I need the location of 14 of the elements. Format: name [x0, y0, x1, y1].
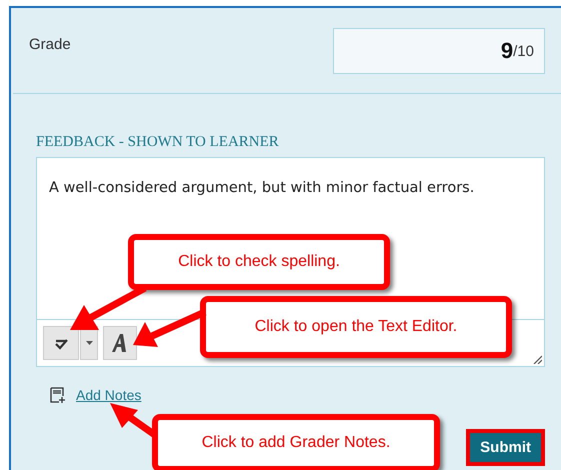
submit-button[interactable]: Submit	[466, 429, 545, 466]
spellcheck-button[interactable]	[43, 326, 79, 360]
grade-label: Grade	[29, 36, 71, 53]
grade-field[interactable]: 9/10	[333, 28, 545, 74]
feedback-label: FEEDBACK - SHOWN TO LEARNER	[36, 134, 280, 151]
add-note-icon	[50, 387, 66, 403]
add-notes-link[interactable]: Add Notes	[76, 387, 142, 403]
callout: Click to open the Text Editor.	[200, 296, 512, 358]
feedback-text: A well-considered argument, but with minor factual errors.	[48, 179, 476, 198]
text-editor-button[interactable]	[103, 326, 137, 360]
caret-icon	[86, 341, 92, 345]
callout: Click to add Grader Notes.	[152, 414, 440, 470]
resize-grip-icon[interactable]	[532, 354, 542, 364]
callout: Click to check spelling.	[128, 234, 390, 290]
